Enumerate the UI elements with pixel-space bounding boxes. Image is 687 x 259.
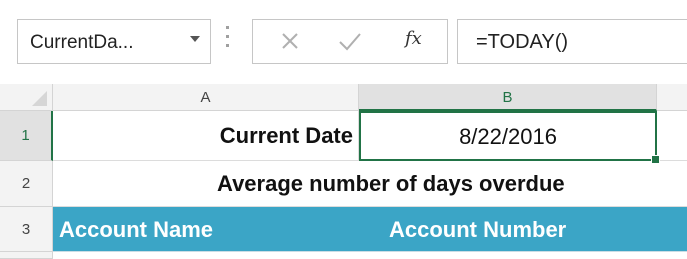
column-header-a[interactable]: A — [53, 84, 359, 111]
cell-a3: Account Name — [59, 217, 214, 242]
select-all-button[interactable] — [0, 84, 53, 111]
cell-a2-merged[interactable]: Average number of days overdue — [53, 161, 687, 207]
row-header-3[interactable]: 3 — [0, 207, 53, 252]
enter-button[interactable] — [319, 20, 379, 63]
select-all-icon — [32, 91, 47, 106]
more-options-icon[interactable] — [226, 26, 230, 54]
cell-b3: Account Number — [389, 217, 567, 242]
row-header-2[interactable]: 2 — [0, 161, 53, 207]
spreadsheet-grid: A B 1 2 3 Current Date 8/22/2016 Average… — [0, 84, 687, 259]
column-header-b[interactable]: B — [359, 84, 657, 111]
formula-buttons: fx — [252, 19, 448, 64]
name-box-value: CurrentDa... — [30, 32, 134, 53]
formula-text: =TODAY() — [476, 31, 569, 53]
row-header-4[interactable] — [0, 252, 53, 259]
cell-a1[interactable]: Current Date — [53, 111, 359, 161]
table-header-row[interactable]: Account Name Account Number — [53, 207, 687, 252]
formula-bar: CurrentDa... fx =TODAY() — [0, 0, 687, 84]
insert-function-button[interactable]: fx — [405, 28, 422, 49]
row-header-1[interactable]: 1 — [0, 111, 53, 161]
cell-row-4[interactable] — [53, 252, 687, 259]
checkmark-icon — [339, 33, 361, 51]
column-header-c[interactable] — [657, 84, 687, 111]
cell-b1[interactable]: 8/22/2016 — [359, 111, 657, 161]
chevron-down-icon[interactable] — [190, 36, 200, 42]
cell-c1[interactable] — [657, 111, 687, 161]
formula-input[interactable]: =TODAY() — [457, 19, 687, 64]
fill-handle[interactable] — [651, 155, 660, 164]
cell-a2-text: Average number of days overdue — [217, 171, 565, 196]
close-icon — [282, 33, 298, 49]
name-box[interactable]: CurrentDa... — [17, 19, 211, 64]
cancel-button[interactable] — [259, 20, 319, 63]
